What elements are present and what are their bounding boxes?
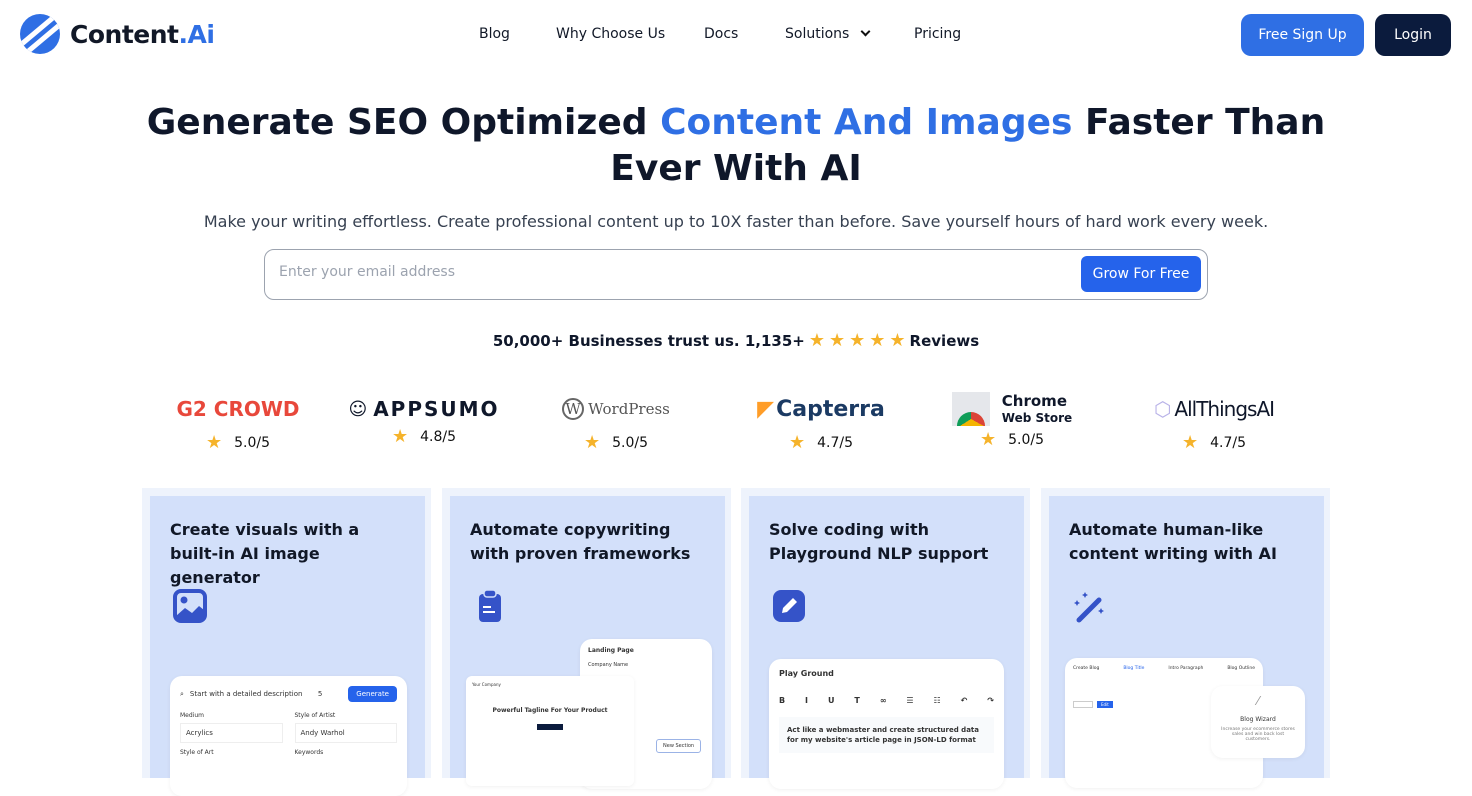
blog-wizard-card: ⁄ Blog Wizard Increase your ecommerce stor… [1211,686,1305,758]
star-icon: ★ [869,330,886,351]
website-preview-mock: Your Company Powerful Tagline For Your Pr… [466,676,634,786]
grow-for-free-button[interactable]: Grow For Free [1081,256,1201,292]
appsumo-logo: ☺ APPSUMO [348,397,500,421]
nav-blog[interactable]: Blog [479,26,510,42]
star-icon: ★ [1181,432,1199,453]
review-g2[interactable]: G2 CROWD ★ 5.0/5 [148,392,328,453]
star-icon: ★ [889,330,906,351]
feature-card-playground[interactable]: Solve coding with Playground NLP support… [741,488,1030,789]
star-icon: ★ [788,432,806,453]
nav-docs[interactable]: Docs [704,26,738,42]
playground-mock: Play Ground B I U T ∞ ☰ ☷ ↶ ↷ Act like a webmast… [769,659,1004,789]
star-icon: ★ [979,429,997,450]
magic-wand-icon [1074,592,1104,623]
nav-solutions[interactable]: Solutions [785,26,871,42]
logo-bolt-icon [20,14,60,54]
generate-button: Generate [348,686,397,702]
clipboard-icon [479,589,501,622]
hero-title: Generate SEO Optimized Content And Image… [146,102,1326,189]
g2-logo: G2 CROWD [176,397,300,421]
free-signup-button[interactable]: Free Sign Up [1241,14,1364,56]
allthingsai-logo: ⬡ AllThingsAI [1153,397,1275,421]
chrome-web-store-logo: Chrome Web Store [922,392,1102,426]
review-appsumo[interactable]: ☺ APPSUMO ★ 4.8/5 [334,392,514,447]
chevron-down-icon [860,26,871,37]
logo[interactable]: Content.Ai [20,14,215,54]
capterra-logo: ◤ Capterra [757,396,885,422]
review-wordpress[interactable]: W WordPress ★ 5.0/5 [526,392,706,453]
star-icon: ★ [583,432,601,453]
nav-why-choose-us[interactable]: Why Choose Us [556,26,665,42]
review-allthingsai[interactable]: ⬡ AllThingsAI ★ 4.7/5 [1124,392,1304,453]
star-icon: ★ [205,432,223,453]
feature-card-image-generator[interactable]: Create visuals with a built-in AI image … [142,488,431,796]
feature-card-content-writing[interactable]: Automate human-like content writing with… [1041,488,1330,788]
image-icon [173,589,207,623]
review-chrome-web-store[interactable]: Chrome Web Store ★ 5.0/5 [922,392,1102,450]
wordpress-logo: W WordPress [526,392,706,426]
star-icon: ★ [391,426,409,447]
email-input[interactable] [279,264,1059,280]
review-capterra[interactable]: ◤ Capterra ★ 4.7/5 [731,392,911,454]
search-icon: ⌕ [180,689,184,698]
hero-subtitle: Make your writing effortless. Create pro… [203,212,1269,231]
email-form: Grow For Free [264,249,1208,300]
feature-card-copywriting[interactable]: Automate copywriting with proven framewo… [442,488,731,789]
login-button[interactable]: Login [1375,14,1451,56]
star-icon: ★ [849,330,866,351]
trust-line: 50,000+ Businesses trust us. 1,135+ ★ ★ ★ ★… [492,330,980,351]
edit-icon [773,590,805,622]
star-icon: ★ [808,330,825,351]
image-generator-mock: ⌕ Start with a detailed description 5 Gener… [170,676,407,796]
editor-toolbar: B I U T ∞ ☰ ☷ ↶ ↷ [779,696,994,705]
nav-pricing[interactable]: Pricing [914,26,961,42]
star-icon: ★ [828,330,846,351]
